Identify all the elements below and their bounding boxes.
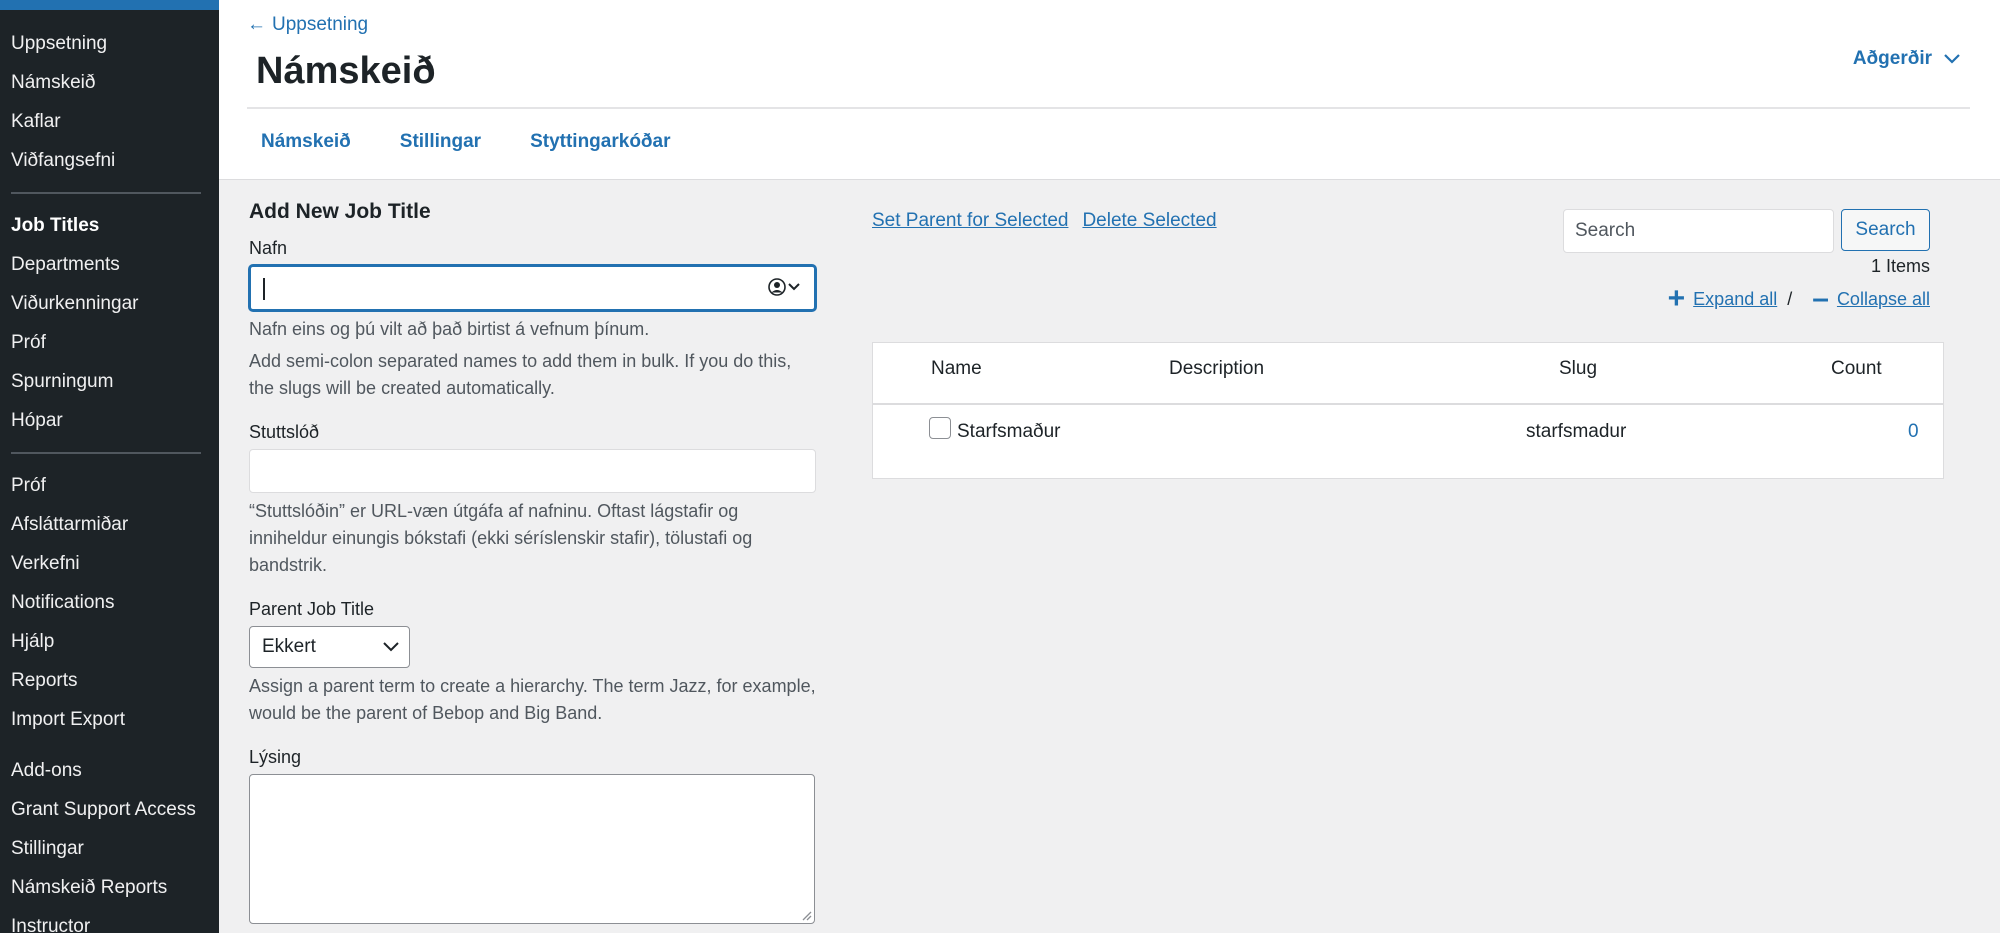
- sidebar-group-3: Próf Afsláttarmiðar Verkefni Notificatio…: [0, 466, 219, 739]
- tab-bar: Námskeið Stillingar Styttingarkóðar: [261, 131, 671, 153]
- sidebar-item-reports[interactable]: Reports: [0, 661, 219, 700]
- header-bottom-border: [219, 179, 2000, 180]
- items-count: 1 Items: [1870, 256, 1930, 276]
- name-bulk-help-text: Add semi-colon separated names to add th…: [249, 351, 792, 398]
- sidebar-item-notifications[interactable]: Notifications: [0, 583, 219, 622]
- search-button[interactable]: Search: [1841, 209, 1930, 251]
- sidebar-group-2: Job Titles Departments Viðurkenningar Pr…: [0, 206, 219, 440]
- table-row: Starfsmaður starfsmadur 0: [873, 405, 1943, 475]
- sidebar-group-4: Add-ons Grant Support Access Stillingar …: [0, 751, 219, 933]
- sidebar-item-namskeid-reports[interactable]: Námskeið Reports: [0, 868, 219, 907]
- sidebar-item-vidfangsefni[interactable]: Viðfangsefni: [0, 141, 219, 180]
- expand-collapse-controls: + Expand all / – Collapse all: [1668, 284, 1930, 314]
- sidebar-item-departments[interactable]: Departments: [0, 245, 219, 284]
- expand-all-link[interactable]: Expand all: [1693, 289, 1777, 310]
- page-header: ← Uppsetning Námskeið Aðgerðir Námskeið …: [219, 0, 2000, 180]
- sidebar-top-accent: [0, 0, 219, 10]
- arrow-left-icon: ←: [247, 14, 266, 35]
- sidebar-item-prof[interactable]: Próf: [0, 323, 219, 362]
- sidebar-item-add-ons[interactable]: Add-ons: [0, 751, 219, 790]
- sidebar-item-import-export[interactable]: Import Export: [0, 700, 219, 739]
- row-checkbox[interactable]: [929, 417, 951, 439]
- slug-input[interactable]: [249, 449, 816, 493]
- sidebar-item-job-titles[interactable]: Job Titles: [0, 206, 219, 245]
- table-header: Name Description Slug Count: [873, 343, 1943, 405]
- sidebar-item-hopar[interactable]: Hópar: [0, 401, 219, 440]
- column-header-description[interactable]: Description: [1169, 358, 1264, 380]
- sidebar-divider: [11, 452, 201, 454]
- chevron-down-icon: [383, 642, 399, 652]
- actions-label: Aðgerðir: [1852, 48, 1932, 69]
- job-titles-table: Name Description Slug Count Starfsmaður …: [872, 342, 1944, 479]
- parent-select-value: Ekkert: [262, 636, 316, 657]
- search-input[interactable]: Search: [1563, 209, 1834, 253]
- row-count-link[interactable]: 0: [1908, 421, 1919, 443]
- back-link-label: Uppsetning: [272, 14, 369, 35]
- bulk-actions: Set Parent for Selected Delete Selected: [872, 210, 1217, 232]
- sidebar-item-spurningum[interactable]: Spurningum: [0, 362, 219, 401]
- sidebar-item-namskeid[interactable]: Námskeið: [0, 63, 219, 102]
- resize-handle-icon[interactable]: [800, 909, 812, 921]
- slug-field-group: Stuttslóð “Stuttslóðin” er URL-væn útgáf…: [249, 422, 817, 579]
- parent-field-group: Parent Job Title Ekkert Assign a parent …: [249, 599, 817, 727]
- row-slug: starfsmadur: [1526, 421, 1627, 442]
- chevron-down-icon: [1944, 54, 1960, 64]
- set-parent-link[interactable]: Set Parent for Selected: [872, 210, 1068, 232]
- name-input[interactable]: [249, 265, 816, 311]
- sidebar-group-1: Uppsetning Námskeið Kaflar Viðfangsefni: [0, 10, 219, 180]
- delete-selected-link[interactable]: Delete Selected: [1082, 210, 1216, 232]
- row-name[interactable]: Starfsmaður: [957, 421, 1060, 443]
- add-job-title-form: Add New Job Title Nafn Nafn eins og þú v…: [249, 200, 817, 933]
- sidebar-item-kaflar[interactable]: Kaflar: [0, 102, 219, 141]
- name-field-group: Nafn Nafn eins og þú vilt að það birtist…: [249, 238, 817, 402]
- description-field-group: Lýsing: [249, 747, 817, 924]
- page-title: Námskeið: [256, 50, 436, 92]
- text-cursor: [263, 278, 265, 300]
- sidebar-item-instructor[interactable]: Instructor: [0, 907, 219, 933]
- slug-label: Stuttslóð: [249, 422, 320, 442]
- sidebar-item-afslattarmidar[interactable]: Afsláttarmiðar: [0, 505, 219, 544]
- back-link[interactable]: ← Uppsetning: [247, 14, 368, 36]
- parent-help-text: Assign a parent term to create a hierarc…: [249, 676, 816, 723]
- parent-select[interactable]: Ekkert: [249, 626, 410, 668]
- name-label: Nafn: [249, 238, 288, 258]
- description-textarea[interactable]: [249, 774, 815, 924]
- sidebar-item-prof-2[interactable]: Próf: [0, 466, 219, 505]
- header-divider: [247, 107, 1970, 109]
- sidebar-item-hjalp[interactable]: Hjálp: [0, 622, 219, 661]
- tab-styttingarkodar[interactable]: Styttingarkóðar: [530, 131, 670, 153]
- tab-stillingar[interactable]: Stillingar: [400, 131, 481, 153]
- form-heading: Add New Job Title: [249, 200, 431, 223]
- plus-icon[interactable]: +: [1668, 284, 1686, 314]
- column-header-name[interactable]: Name: [931, 358, 982, 380]
- collapse-all-link[interactable]: Collapse all: [1837, 289, 1930, 310]
- description-label: Lýsing: [249, 747, 302, 767]
- sidebar-item-grant-support-access[interactable]: Grant Support Access: [0, 790, 219, 829]
- slug-help-text: “Stuttslóðin” er URL-væn útgáfa af nafni…: [249, 501, 753, 575]
- sidebar-item-vidurkenningar[interactable]: Viðurkenningar: [0, 284, 219, 323]
- tab-namskeid[interactable]: Námskeið: [261, 131, 351, 153]
- separator: /: [1787, 288, 1793, 309]
- minus-icon[interactable]: –: [1812, 284, 1829, 314]
- sidebar-divider: [11, 192, 201, 194]
- column-header-count[interactable]: Count: [1831, 358, 1882, 380]
- column-header-slug[interactable]: Slug: [1559, 358, 1597, 380]
- actions-dropdown[interactable]: Aðgerðir: [1853, 48, 1960, 70]
- sidebar-item-uppsetning[interactable]: Uppsetning: [0, 24, 219, 63]
- autofill-icon[interactable]: [768, 278, 800, 296]
- sidebar-item-verkefni[interactable]: Verkefni: [0, 544, 219, 583]
- sidebar-item-stillingar[interactable]: Stillingar: [0, 829, 219, 868]
- admin-sidebar: Uppsetning Námskeið Kaflar Viðfangsefni …: [0, 0, 219, 933]
- name-help-text: Nafn eins og þú vilt að það birtist á ve…: [249, 319, 650, 339]
- parent-label: Parent Job Title: [249, 599, 375, 619]
